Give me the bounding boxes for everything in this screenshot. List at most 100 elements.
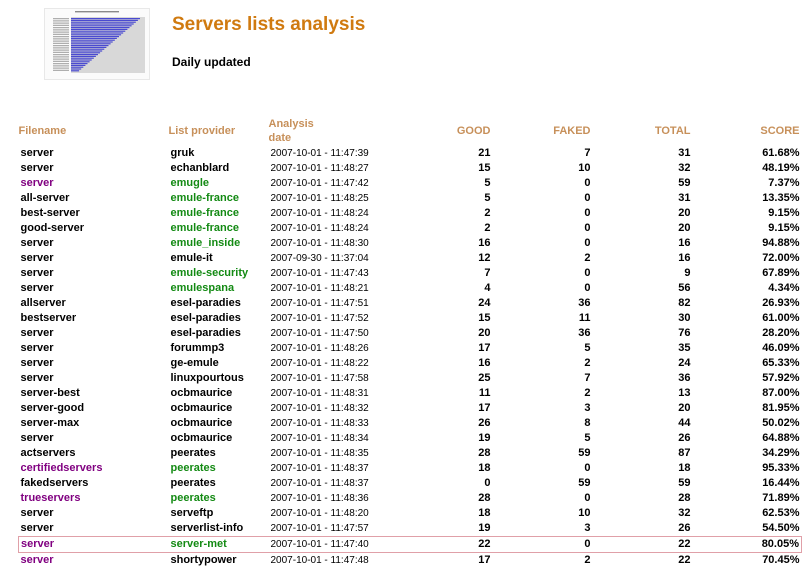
thumbnail-label	[53, 34, 69, 35]
filename-cell[interactable]: server-good	[19, 401, 169, 416]
thumbnail-bar	[71, 70, 80, 72]
provider-cell[interactable]: peerates	[169, 446, 269, 461]
filename-cell[interactable]: server	[19, 341, 169, 356]
filename-cell[interactable]: server	[19, 506, 169, 521]
thumbnail-title	[75, 11, 119, 13]
provider-cell[interactable]: emule-france	[169, 191, 269, 206]
provider-cell[interactable]: emule-france	[169, 221, 269, 236]
table-row: server ocbmaurice 2007-10-01 - 11:48:34 19 5…	[19, 431, 802, 446]
filename-cell[interactable]: good-server	[19, 221, 169, 236]
score-cell: 50.02%	[762, 417, 800, 429]
good-cell: 5	[484, 177, 491, 189]
filename-cell[interactable]: server	[19, 431, 169, 446]
provider-cell[interactable]: emule-france	[169, 206, 269, 221]
provider-cell[interactable]: ocbmaurice	[169, 386, 269, 401]
score-cell: 4.34%	[768, 282, 800, 294]
filename-cell[interactable]: server	[19, 266, 169, 281]
thumbnail-bar	[71, 66, 84, 68]
filename-cell[interactable]: server	[19, 236, 169, 251]
score-cell: 95.33%	[762, 462, 800, 474]
faked-cell: 0	[584, 207, 591, 219]
good-cell: 17	[478, 402, 491, 414]
filename-cell[interactable]: allserver	[19, 296, 169, 311]
filename-cell[interactable]: server	[18, 536, 169, 553]
good-cell: 25	[478, 372, 491, 384]
filename-cell[interactable]: certifiedservers	[19, 461, 169, 476]
total-cell: 20	[678, 222, 691, 234]
filename-cell[interactable]: server-max	[19, 416, 169, 431]
provider-cell[interactable]: esel-paradies	[169, 311, 269, 326]
filename-cell[interactable]: bestserver	[19, 311, 169, 326]
faked-cell: 0	[584, 267, 591, 279]
provider-cell[interactable]: server-met	[168, 536, 269, 553]
filename-cell[interactable]: server	[19, 553, 169, 569]
provider-cell[interactable]: emulespana	[169, 281, 269, 296]
table-row: server emule_inside 2007-10-01 - 11:48:30 1…	[19, 236, 802, 251]
provider-cell[interactable]: emule-security	[169, 266, 269, 281]
filename-cell[interactable]: fakedservers	[19, 476, 169, 491]
provider-cell[interactable]: serveftp	[169, 506, 269, 521]
provider-cell[interactable]: ge-emule	[169, 356, 269, 371]
provider-cell[interactable]: esel-paradies	[169, 326, 269, 341]
provider-cell[interactable]: esel-paradies	[169, 296, 269, 311]
good-cell: 11	[478, 387, 491, 399]
thumbnail-bar	[71, 39, 115, 41]
date-cell: 2007-10-01 - 11:48:24	[270, 223, 369, 234]
provider-cell[interactable]: serverlist-info	[169, 521, 269, 537]
date-cell: 2007-10-01 - 11:47:52	[270, 313, 369, 324]
provider-cell[interactable]: echanblard	[169, 161, 269, 176]
provider-cell[interactable]: linuxpourtous	[169, 371, 269, 386]
filename-cell[interactable]: trueservers	[19, 491, 169, 506]
provider-cell[interactable]: emule-it	[169, 251, 269, 266]
score-cell: 26.93%	[762, 297, 800, 309]
filename-cell[interactable]: server	[19, 146, 169, 161]
thumbnail-bar	[71, 61, 90, 63]
filename-cell[interactable]: server	[19, 326, 169, 341]
faked-cell: 11	[578, 312, 591, 324]
good-cell: 15	[478, 312, 491, 324]
provider-cell[interactable]: shortypower	[169, 553, 269, 569]
provider-cell[interactable]: peerates	[169, 476, 269, 491]
date-cell: 2007-10-01 - 11:47:57	[270, 523, 369, 534]
provider-cell[interactable]: gruk	[169, 146, 269, 161]
thumbnail-bar	[71, 36, 119, 38]
thumbnail-label	[53, 30, 69, 32]
good-cell: 18	[478, 507, 491, 519]
total-cell: 20	[678, 402, 691, 414]
provider-cell[interactable]: emugle	[169, 176, 269, 191]
filename-cell[interactable]: server	[19, 161, 169, 176]
table-row: server linuxpourtous 2007-10-01 - 11:47:58…	[19, 371, 802, 386]
filename-cell[interactable]: server	[19, 281, 169, 296]
filename-cell[interactable]: server	[19, 521, 169, 537]
faked-cell: 0	[584, 222, 591, 234]
provider-cell[interactable]: peerates	[169, 491, 269, 506]
filename-cell[interactable]: best-server	[19, 206, 169, 221]
thumbnail-label	[53, 52, 69, 53]
score-cell: 61.00%	[762, 312, 800, 324]
thumbnail-label	[53, 43, 69, 44]
filename-cell[interactable]: server	[19, 356, 169, 371]
thumbnail-label	[53, 21, 69, 23]
faked-cell: 0	[584, 237, 591, 249]
provider-cell[interactable]: emule_inside	[169, 236, 269, 251]
filename-cell[interactable]: server	[19, 371, 169, 386]
thumbnail-label	[53, 28, 69, 30]
total-cell: 82	[678, 297, 691, 309]
filename-cell[interactable]: all-server	[19, 191, 169, 206]
filename-cell[interactable]: server	[19, 176, 169, 191]
thumbnail-label	[53, 68, 69, 70]
faked-cell: 0	[584, 282, 591, 294]
faked-cell: 0	[584, 462, 591, 474]
provider-cell[interactable]: forummp3	[169, 341, 269, 356]
provider-cell[interactable]: peerates	[169, 461, 269, 476]
provider-cell[interactable]: ocbmaurice	[169, 416, 269, 431]
faked-cell: 8	[584, 417, 591, 429]
chart-thumbnail-icon[interactable]	[44, 8, 150, 80]
filename-cell[interactable]: server	[19, 251, 169, 266]
thumbnail-bar	[71, 34, 122, 36]
provider-cell[interactable]: ocbmaurice	[169, 401, 269, 416]
filename-cell[interactable]: server-best	[19, 386, 169, 401]
filename-cell[interactable]: actservers	[19, 446, 169, 461]
thumbnail-bar	[71, 25, 132, 27]
provider-cell[interactable]: ocbmaurice	[169, 431, 269, 446]
